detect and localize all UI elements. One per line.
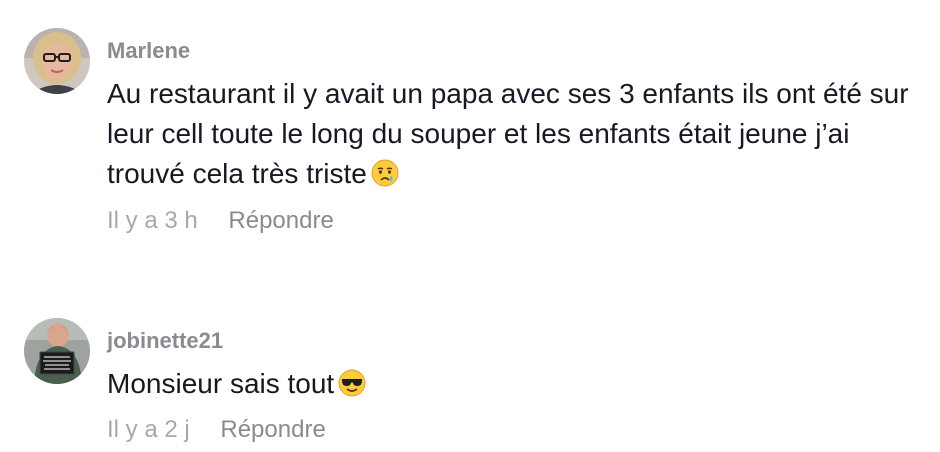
username[interactable]: Marlene: [107, 38, 190, 64]
timestamp: Il y a 3 h: [107, 207, 198, 234]
crying-face-icon: [371, 159, 399, 187]
username[interactable]: jobinette21: [107, 328, 223, 354]
sunglasses-face-icon: [338, 369, 366, 397]
comment-meta: Il y a 3 h Répondre: [107, 206, 334, 236]
comment-body: Au restaurant il y avait un papa avec se…: [107, 78, 909, 189]
comment-meta: Il y a 2 j Répondre: [107, 415, 326, 445]
user-photo: [24, 28, 90, 94]
comment-text: Monsieur sais tout: [107, 364, 927, 404]
comment-body: Monsieur sais tout: [107, 368, 335, 399]
avatar[interactable]: [24, 28, 90, 94]
reply-button[interactable]: Répondre: [220, 415, 325, 445]
comment-text: Au restaurant il y avait un papa avec se…: [107, 74, 927, 194]
user-photo: [24, 318, 90, 384]
reply-button[interactable]: Répondre: [228, 206, 333, 236]
timestamp: Il y a 2 j: [107, 416, 190, 443]
avatar[interactable]: [24, 318, 90, 384]
